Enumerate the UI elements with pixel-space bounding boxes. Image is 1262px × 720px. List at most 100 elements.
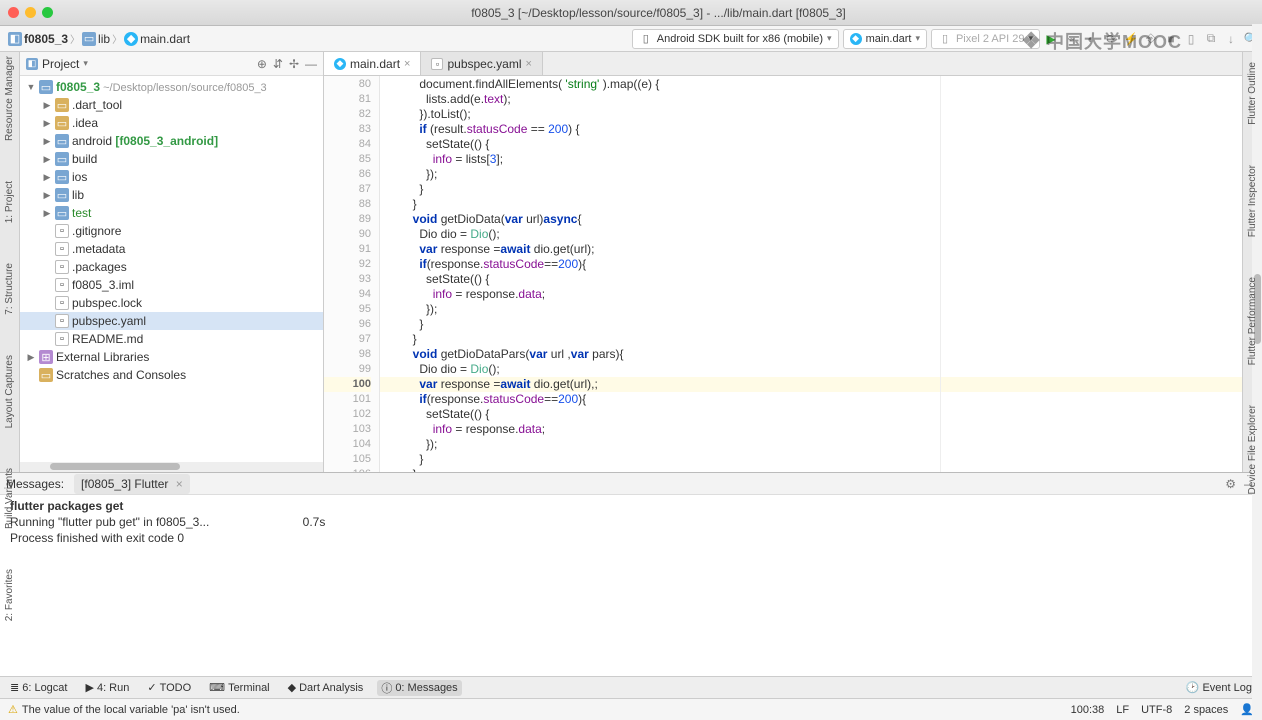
stop-icon[interactable]: ■ <box>1164 32 1178 46</box>
tree-node-f0805-3[interactable]: ▼▭f0805_3 ~/Desktop/lesson/source/f0805_… <box>20 78 323 96</box>
profile-icon[interactable]: ⟳ <box>1104 32 1118 46</box>
coverage-icon[interactable]: ◐ <box>1084 32 1098 46</box>
horizontal-scrollbar[interactable] <box>20 462 323 472</box>
code-line[interactable]: var response =await dio.get(url),; <box>380 377 1242 392</box>
bottom-tab-4-run[interactable]: ▶4: Run <box>81 681 133 694</box>
status-message[interactable]: The value of the local variable 'pa' isn… <box>8 703 240 716</box>
messages-body[interactable]: flutter packages getRunning "flutter pub… <box>0 495 1262 676</box>
chevron-right-icon[interactable]: ▶ <box>42 154 52 165</box>
tree-node-android[interactable]: ▶▭android [f0805_3_android] <box>20 132 323 150</box>
breadcrumb[interactable]: ◧ f0805_3 〉 ▭ lib 〉 ◆ main.dart <box>4 29 194 48</box>
debug-icon[interactable]: ⌁ <box>1064 32 1078 46</box>
tree-node-ios[interactable]: ▶▭ios <box>20 168 323 186</box>
code-line[interactable]: setState(() { <box>380 137 1242 152</box>
bottom-tab-todo[interactable]: ✓TODO <box>143 681 195 694</box>
code-line[interactable]: if(response.statusCode==200){ <box>380 392 1242 407</box>
code-line[interactable]: info = response.data; <box>380 422 1242 437</box>
tool-tab-2-favorites[interactable]: 2: Favorites <box>4 569 15 621</box>
messages-tab[interactable]: [f0805_3] Flutter × <box>74 474 190 494</box>
editor-tab-main-dart[interactable]: ◆main.dart× <box>324 52 421 75</box>
cursor-position[interactable]: 100:38 <box>1071 704 1105 716</box>
hide-icon[interactable]: — <box>305 57 317 71</box>
tree-node--gitignore[interactable]: ▫.gitignore <box>20 222 323 240</box>
indent-setting[interactable]: 2 spaces <box>1184 704 1228 716</box>
tree-node-pubspec-lock[interactable]: ▫pubspec.lock <box>20 294 323 312</box>
gear-icon[interactable]: ✢ <box>289 57 299 71</box>
chevron-down-icon[interactable]: ▾ <box>83 58 88 69</box>
code-line[interactable]: } <box>380 467 1242 472</box>
tool-tab-layout-captures[interactable]: Layout Captures <box>4 355 15 428</box>
tool-tab-device-file-explorer[interactable]: Device File Explorer <box>1247 405 1258 494</box>
emulator-selector[interactable]: ▯ Pixel 2 API 29 ▾ <box>931 29 1040 49</box>
target-icon[interactable]: ⊕ <box>257 57 267 71</box>
close-icon[interactable]: × <box>404 58 410 70</box>
tool-tab-flutter-inspector[interactable]: Flutter Inspector <box>1247 165 1258 237</box>
tree-node-test[interactable]: ▶▭test <box>20 204 323 222</box>
attach-icon[interactable]: ⎆ <box>1144 32 1158 46</box>
tool-tab-resource-manager[interactable]: Resource Manager <box>4 56 15 141</box>
encoding[interactable]: UTF-8 <box>1141 704 1172 716</box>
chevron-right-icon[interactable]: ▶ <box>42 100 52 111</box>
chevron-right-icon[interactable]: ▶ <box>42 172 52 183</box>
chevron-down-icon[interactable]: ▼ <box>26 82 36 92</box>
tree-node--packages[interactable]: ▫.packages <box>20 258 323 276</box>
tool-tab-flutter-performance[interactable]: Flutter Performance <box>1247 277 1258 365</box>
tree-node-external-libraries[interactable]: ▶⊞External Libraries <box>20 348 323 366</box>
tree-node-readme-md[interactable]: ▫README.md <box>20 330 323 348</box>
tree-node-pubspec-yaml[interactable]: ▫pubspec.yaml <box>20 312 323 330</box>
maximize-icon[interactable] <box>42 7 53 18</box>
sdk-icon[interactable]: ⧉ <box>1204 32 1218 46</box>
tree-node-build[interactable]: ▶▭build <box>20 150 323 168</box>
device-selector[interactable]: ▯ Android SDK built for x86 (mobile) ▾ <box>632 29 839 49</box>
run-config-selector[interactable]: ◆ main.dart ▾ <box>843 29 927 49</box>
code-line[interactable]: } <box>380 452 1242 467</box>
code-line[interactable]: info = lists[3]; <box>380 152 1242 167</box>
code-line[interactable]: void getDioDataPars(var url ,var pars){ <box>380 347 1242 362</box>
avd-icon[interactable]: ▯ <box>1184 32 1198 46</box>
close-icon[interactable]: × <box>176 477 183 491</box>
bottom-tab-terminal[interactable]: ⌨Terminal <box>205 681 273 694</box>
code-line[interactable]: info = response.data; <box>380 287 1242 302</box>
code-line[interactable]: }).toList(); <box>380 107 1242 122</box>
tree-node--metadata[interactable]: ▫.metadata <box>20 240 323 258</box>
code-line[interactable]: var response =await dio.get(url); <box>380 242 1242 257</box>
chevron-right-icon[interactable]: ▶ <box>42 136 52 147</box>
tool-tab-1-project[interactable]: 1: Project <box>4 181 15 223</box>
code-line[interactable]: lists.add(e.text); <box>380 92 1242 107</box>
collapse-icon[interactable]: ⇵ <box>273 57 283 71</box>
event-log-button[interactable]: 🕑Event Log <box>1182 681 1256 694</box>
line-separator[interactable]: LF <box>1116 704 1129 716</box>
code-line[interactable]: Dio dio = Dio(); <box>380 227 1242 242</box>
tree-node-f0805-3-iml[interactable]: ▫f0805_3.iml <box>20 276 323 294</box>
chevron-right-icon[interactable]: ▶ <box>42 190 52 201</box>
project-tree[interactable]: ▼▭f0805_3 ~/Desktop/lesson/source/f0805_… <box>20 76 323 462</box>
code-line[interactable]: if (result.statusCode == 200) { <box>380 122 1242 137</box>
close-icon[interactable]: × <box>526 58 532 70</box>
tree-node--idea[interactable]: ▶▭.idea <box>20 114 323 132</box>
bottom-tab-6-logcat[interactable]: ≣6: Logcat <box>6 681 71 694</box>
code-line[interactable]: } <box>380 197 1242 212</box>
code-line[interactable]: setState(() { <box>380 407 1242 422</box>
code-content[interactable]: document.findAllElements( 'string' ).map… <box>380 76 1242 472</box>
run-icon[interactable]: ▶ <box>1044 32 1058 46</box>
bottom-tab-0-messages[interactable]: ⓘ0: Messages <box>377 680 461 696</box>
code-line[interactable]: setState(() { <box>380 272 1242 287</box>
tree-node-lib[interactable]: ▶▭lib <box>20 186 323 204</box>
chevron-right-icon[interactable]: ▶ <box>26 352 36 363</box>
gear-icon[interactable]: ⚙ <box>1225 477 1236 491</box>
code-line[interactable]: if(response.statusCode==200){ <box>380 257 1242 272</box>
code-line[interactable]: Dio dio = Dio(); <box>380 362 1242 377</box>
tool-tab-flutter-outline[interactable]: Flutter Outline <box>1247 62 1258 125</box>
code-line[interactable]: }); <box>380 167 1242 182</box>
sync-icon[interactable]: ↓ <box>1224 32 1238 46</box>
code-line[interactable]: void getDioData(var url)async{ <box>380 212 1242 227</box>
code-line[interactable]: } <box>380 182 1242 197</box>
code-line[interactable]: document.findAllElements( 'string' ).map… <box>380 77 1242 92</box>
hot-reload-icon[interactable]: ⚡ <box>1124 32 1138 46</box>
chevron-right-icon[interactable]: ▶ <box>42 118 52 129</box>
vertical-scrollbar[interactable] <box>1252 24 1262 720</box>
editor-tab-pubspec-yaml[interactable]: ▫pubspec.yaml× <box>421 52 542 75</box>
bottom-tab-dart-analysis[interactable]: ◆Dart Analysis <box>284 681 368 694</box>
code-line[interactable]: } <box>380 332 1242 347</box>
minimize-icon[interactable] <box>25 7 36 18</box>
